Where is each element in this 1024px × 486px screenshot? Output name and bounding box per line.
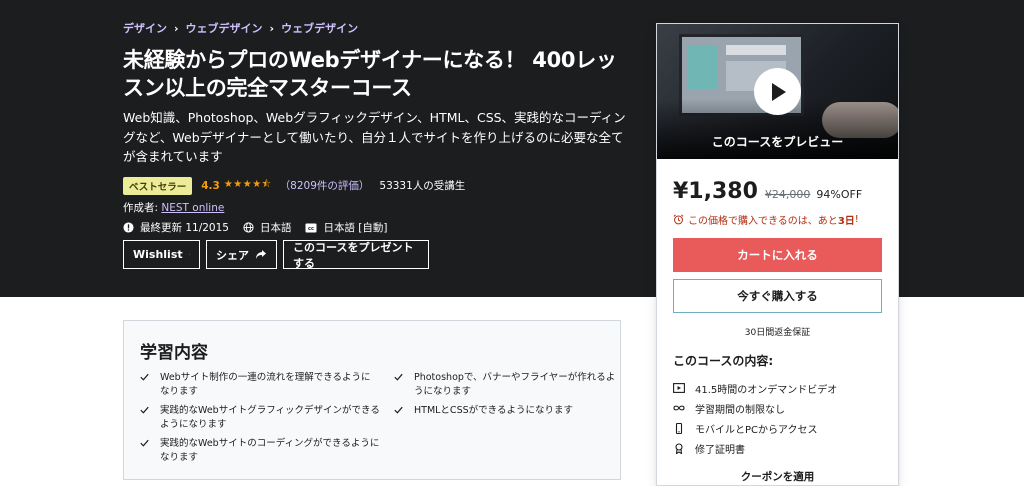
list-item: HTMLとCSSができるようになります bbox=[394, 404, 616, 418]
chevron-right-icon: › bbox=[269, 21, 275, 35]
learn-title: 学習内容 bbox=[140, 343, 208, 363]
course-subtitle: Web知識、Photoshop、Webグラフィックデザイン、HTML、CSS、実… bbox=[123, 110, 626, 164]
list-item: 実践的なWebサイトのコーディングができるようになります bbox=[140, 437, 380, 465]
rating-count-link[interactable]: （8209件の評価） bbox=[280, 178, 370, 193]
current-price: ¥1,380 bbox=[673, 179, 758, 204]
share-arrow-icon bbox=[256, 250, 266, 259]
breadcrumb-item[interactable]: ウェブデザイン bbox=[186, 20, 263, 36]
certificate-icon bbox=[675, 442, 683, 454]
price-row: ¥1,380 ¥24,000 94%OFF bbox=[673, 179, 882, 205]
rating-row: ベストセラー 4.3 ★★★★⯪ （8209件の評価） 53331人の受講生 bbox=[123, 176, 633, 195]
learn-item-text: Photoshopで、バナーやフライヤーが作れるようになります bbox=[414, 372, 616, 397]
breadcrumb-item[interactable]: デザイン bbox=[123, 20, 167, 36]
learn-item-text: HTMLとCSSができるようになります bbox=[414, 405, 573, 416]
timer-suffix: ! bbox=[854, 213, 859, 225]
money-back-guarantee: 30日間返金保証 bbox=[744, 328, 811, 338]
list-item: 学習期間の制限なし bbox=[673, 398, 882, 418]
student-count: 53331人の受講生 bbox=[379, 180, 466, 192]
includes-title: このコースの内容: bbox=[673, 354, 774, 368]
learn-item-text: 実践的なWebサイトのコーディングができるようになります bbox=[160, 438, 380, 463]
discount-percent: 94%OFF bbox=[816, 188, 863, 201]
language-text: 日本語 bbox=[259, 222, 292, 234]
bestseller-badge: ベストセラー bbox=[123, 176, 193, 195]
language: 日本語 bbox=[243, 220, 292, 235]
what-you-learn: 学習内容 Webサイト制作の一連の流れを理解できるようになります 実践的なWeb… bbox=[123, 320, 621, 480]
original-price: ¥24,000 bbox=[764, 188, 811, 201]
gift-course-button[interactable]: このコースをプレゼントする bbox=[283, 240, 429, 270]
infinity-icon bbox=[673, 405, 685, 411]
course-preview[interactable]: このコースをプレビュー bbox=[657, 24, 898, 159]
learn-column-right: Photoshopで、バナーやフライヤーが作れるようになります HTMLとCSS… bbox=[394, 371, 616, 470]
buy-now-button[interactable]: 今すぐ購入する bbox=[673, 279, 882, 313]
list-item: Webサイト制作の一連の流れを理解できるようになります bbox=[140, 371, 380, 399]
include-label: 修了証明書 bbox=[695, 444, 745, 456]
creator-link[interactable]: NEST online bbox=[161, 202, 224, 214]
captions-icon: cc bbox=[305, 223, 317, 232]
check-icon bbox=[140, 373, 149, 381]
gift-course-label: このコースをプレゼントする bbox=[293, 240, 414, 270]
add-to-cart-button[interactable]: カートに入れる bbox=[673, 238, 882, 272]
list-item: 実践的なWebサイトグラフィックデザインができるようになります bbox=[140, 404, 380, 432]
price-timer: この価格で購入できるのは、あと 3日! bbox=[673, 212, 882, 227]
alert-badge-icon bbox=[123, 222, 134, 233]
star-rating-icon: ★★★★⯪ bbox=[223, 179, 272, 190]
share-button[interactable]: シェア bbox=[206, 240, 277, 269]
wishlist-button[interactable]: Wishlist bbox=[123, 240, 200, 269]
mobile-icon bbox=[675, 422, 683, 434]
globe-icon bbox=[243, 222, 254, 233]
check-icon bbox=[140, 406, 149, 414]
include-label: 41.5時間のオンデマンドビデオ bbox=[695, 384, 838, 396]
learn-column-left: Webサイト制作の一連の流れを理解できるようになります 実践的なWebサイトグラ… bbox=[140, 371, 380, 470]
learn-item-text: Webサイト制作の一連の流れを理解できるようになります bbox=[160, 372, 371, 397]
include-label: 学習期間の制限なし bbox=[695, 404, 785, 416]
play-icon bbox=[771, 82, 786, 101]
purchase-card: このコースをプレビュー ¥1,380 ¥24,000 94%OFF この価格で購… bbox=[656, 23, 899, 486]
captions: cc 日本語 [自動] bbox=[305, 220, 388, 235]
meta-row: 最終更新 11/2015 日本語 cc 日本語 [自動] bbox=[123, 220, 633, 236]
creator-row: 作成者: NEST online bbox=[123, 200, 633, 215]
timer-prefix: この価格で購入できるのは、あと bbox=[688, 215, 838, 227]
timer-value: 3日 bbox=[837, 215, 855, 227]
hero-actions: Wishlist シェア このコースをプレゼントする bbox=[123, 240, 429, 270]
last-updated: 最終更新 11/2015 bbox=[123, 220, 229, 235]
list-item: 41.5時間のオンデマンドビデオ bbox=[673, 378, 882, 398]
check-icon bbox=[394, 373, 403, 381]
share-label: シェア bbox=[216, 248, 249, 262]
breadcrumb-item[interactable]: ウェブデザイン bbox=[281, 20, 358, 36]
card-body: ¥1,380 ¥24,000 94%OFF この価格で購入できるのは、あと 3日!… bbox=[657, 179, 898, 484]
chevron-right-icon: › bbox=[174, 21, 179, 35]
rating-value: 4.3 bbox=[201, 179, 220, 192]
alarm-clock-icon bbox=[673, 214, 684, 224]
learn-grid: Webサイト制作の一連の流れを理解できるようになります 実践的なWebサイトグラ… bbox=[140, 371, 615, 470]
play-button[interactable] bbox=[754, 68, 801, 115]
hero-content: デザイン › ウェブデザイン › ウェブデザイン 未経験からプロのWebデザイナ… bbox=[123, 20, 633, 236]
svg-text:cc: cc bbox=[309, 226, 315, 232]
creator-label: 作成者: bbox=[123, 201, 162, 214]
list-item: Photoshopで、バナーやフライヤーが作れるようになります bbox=[394, 371, 616, 399]
include-label: モバイルとPCからアクセス bbox=[695, 424, 818, 436]
check-icon bbox=[394, 406, 403, 414]
captions-text: 日本語 [自動] bbox=[323, 222, 388, 234]
learn-item-text: 実践的なWebサイトグラフィックデザインができるようになります bbox=[160, 405, 380, 430]
heart-icon bbox=[188, 253, 190, 256]
list-item: モバイルとPCからアクセス bbox=[673, 418, 882, 438]
list-item: 修了証明書 bbox=[673, 438, 882, 458]
includes-list: 41.5時間のオンデマンドビデオ 学習期間の制限なし モバイルとPCからアクセス… bbox=[673, 378, 882, 458]
preview-label: このコースをプレビュー bbox=[711, 135, 844, 149]
video-icon bbox=[673, 383, 685, 393]
apply-coupon-link[interactable]: クーポンを適用 bbox=[673, 469, 882, 484]
course-title: 未経験からプロのWebデザイナーになる！ 400レッスン以上の完全マスターコース bbox=[123, 48, 617, 100]
wishlist-label: Wishlist bbox=[133, 248, 183, 261]
breadcrumb: デザイン › ウェブデザイン › ウェブデザイン bbox=[123, 20, 633, 36]
check-icon bbox=[140, 439, 149, 447]
last-updated-text: 最終更新 11/2015 bbox=[140, 222, 229, 234]
